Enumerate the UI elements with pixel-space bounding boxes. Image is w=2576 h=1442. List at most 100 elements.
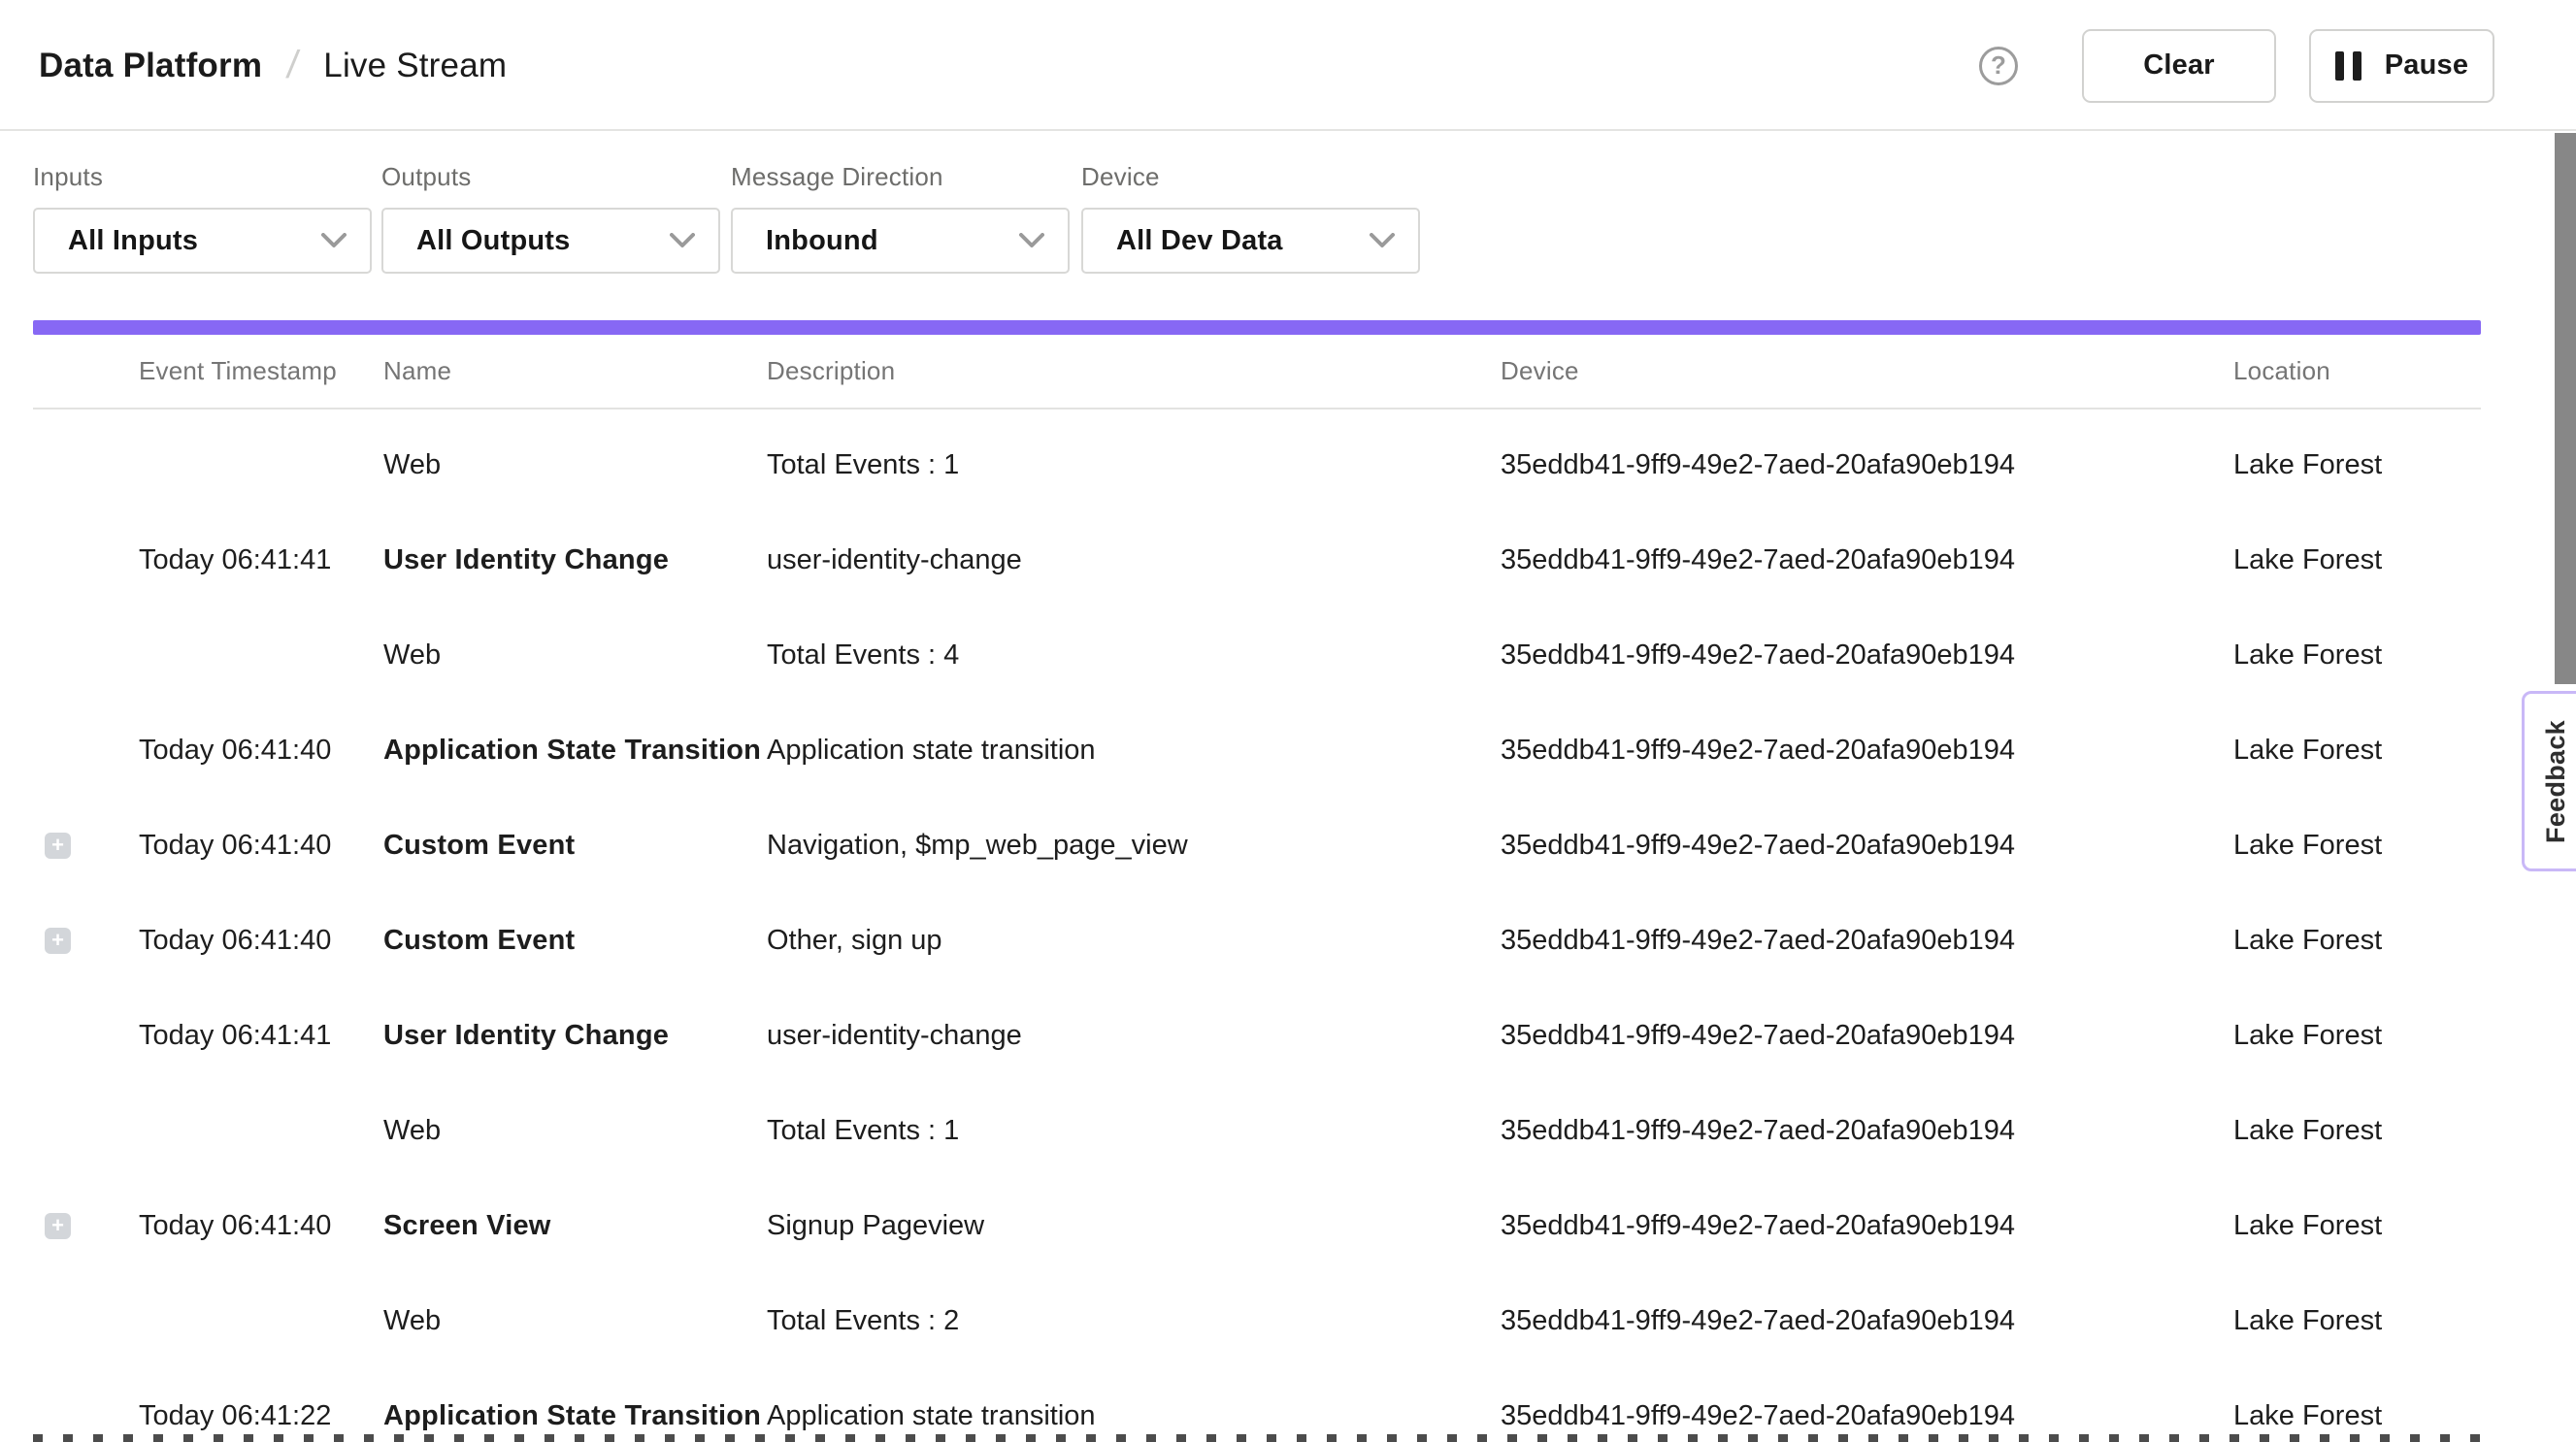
expand-cell: + bbox=[33, 1403, 139, 1429]
event-device: 35eddb41-9ff9-49e2-7aed-20afa90eb194 bbox=[1501, 1210, 2233, 1242]
event-name: User Identity Change bbox=[383, 1020, 767, 1052]
chevron-down-icon bbox=[1370, 233, 1395, 248]
outputs-dropdown[interactable]: All Outputs bbox=[381, 208, 720, 274]
event-description: Other, sign up bbox=[767, 925, 1501, 957]
chevron-down-icon bbox=[1019, 233, 1044, 248]
column-header-description: Description bbox=[767, 356, 1501, 386]
table-row[interactable]: + Web Total Events : 1 35eddb41-9ff9-49e… bbox=[33, 1083, 2481, 1178]
live-stream-progress-bar bbox=[33, 320, 2481, 335]
event-device: 35eddb41-9ff9-49e2-7aed-20afa90eb194 bbox=[1501, 639, 2233, 672]
event-name: Web bbox=[383, 1305, 767, 1337]
pause-icon bbox=[2335, 51, 2361, 81]
expand-plus-icon[interactable]: + bbox=[45, 833, 71, 859]
live-stream-page: Data Platform / Live Stream ? Clear Paus… bbox=[0, 0, 2576, 1442]
event-name: User Identity Change bbox=[383, 544, 767, 576]
event-description: Navigation, $mp_web_page_view bbox=[767, 830, 1501, 862]
event-timestamp: Today 06:41:41 bbox=[139, 1020, 383, 1052]
app-header: Data Platform / Live Stream ? Clear Paus… bbox=[0, 0, 2576, 131]
expand-plus-icon[interactable]: + bbox=[45, 928, 71, 954]
event-device: 35eddb41-9ff9-49e2-7aed-20afa90eb194 bbox=[1501, 830, 2233, 862]
table-header: Event Timestamp Name Description Device … bbox=[33, 335, 2481, 410]
message-direction-dropdown-value: Inbound bbox=[766, 225, 878, 257]
event-description: Total Events : 1 bbox=[767, 1115, 1501, 1147]
device-dropdown[interactable]: All Dev Data bbox=[1081, 208, 1420, 274]
column-header-device: Device bbox=[1501, 356, 2233, 386]
help-icon[interactable]: ? bbox=[1979, 47, 2018, 85]
expand-cell: + bbox=[33, 1308, 139, 1334]
feedback-tab-label: Feedback bbox=[2535, 720, 2571, 843]
filter-outputs-label: Outputs bbox=[381, 162, 720, 192]
event-location: Lake Forest bbox=[2233, 449, 2481, 481]
event-description: Signup Pageview bbox=[767, 1210, 1501, 1242]
clear-button[interactable]: Clear bbox=[2082, 29, 2276, 103]
column-header-name: Name bbox=[383, 356, 767, 386]
event-location: Lake Forest bbox=[2233, 830, 2481, 862]
table-row[interactable]: + Today 06:41:41 User Identity Change us… bbox=[33, 512, 2481, 607]
inputs-dropdown[interactable]: All Inputs bbox=[33, 208, 372, 274]
message-direction-dropdown[interactable]: Inbound bbox=[731, 208, 1070, 274]
pause-button[interactable]: Pause bbox=[2309, 29, 2494, 103]
event-location: Lake Forest bbox=[2233, 1115, 2481, 1147]
expand-cell: + bbox=[33, 547, 139, 574]
vertical-scrollbar[interactable] bbox=[2555, 133, 2576, 684]
expand-cell: + bbox=[33, 1118, 139, 1144]
event-timestamp: Today 06:41:40 bbox=[139, 735, 383, 767]
table-row[interactable]: + Web Total Events : 2 35eddb41-9ff9-49e… bbox=[33, 1273, 2481, 1368]
event-description: Total Events : 4 bbox=[767, 639, 1501, 672]
event-device: 35eddb41-9ff9-49e2-7aed-20afa90eb194 bbox=[1501, 925, 2233, 957]
column-header-location: Location bbox=[2233, 356, 2481, 386]
filter-inputs: Inputs All Inputs bbox=[33, 131, 372, 274]
table-row[interactable]: + Today 06:41:40 Screen View Signup Page… bbox=[33, 1178, 2481, 1273]
event-description: user-identity-change bbox=[767, 1020, 1501, 1052]
filter-device: Device All Dev Data bbox=[1081, 131, 1420, 274]
event-name: Screen View bbox=[383, 1210, 767, 1242]
event-timestamp: Today 06:41:40 bbox=[139, 1210, 383, 1242]
filter-message-direction: Message Direction Inbound bbox=[731, 131, 1070, 274]
event-timestamp: Today 06:41:40 bbox=[139, 925, 383, 957]
expand-plus-icon[interactable]: + bbox=[45, 1213, 71, 1239]
table-row[interactable]: + Today 06:41:22 Application State Trans… bbox=[33, 1368, 2481, 1442]
event-name: Application State Transition bbox=[383, 735, 767, 767]
event-description: Total Events : 2 bbox=[767, 1305, 1501, 1337]
event-name: Web bbox=[383, 639, 767, 672]
table-row[interactable]: + Today 06:41:40 Custom Event Navigation… bbox=[33, 798, 2481, 893]
column-header-event-timestamp: Event Timestamp bbox=[139, 356, 383, 386]
event-location: Lake Forest bbox=[2233, 639, 2481, 672]
breadcrumb: Data Platform / Live Stream bbox=[39, 0, 507, 131]
event-description: user-identity-change bbox=[767, 544, 1501, 576]
pause-button-label: Pause bbox=[2385, 49, 2468, 82]
breadcrumb-live-stream: Live Stream bbox=[323, 47, 507, 85]
expand-cell: + bbox=[33, 928, 139, 954]
expand-cell: + bbox=[33, 1023, 139, 1049]
event-location: Lake Forest bbox=[2233, 1305, 2481, 1337]
table-row[interactable]: + Today 06:41:40 Application State Trans… bbox=[33, 703, 2481, 798]
outputs-dropdown-value: All Outputs bbox=[416, 225, 570, 257]
table-row[interactable]: + Web Total Events : 1 35eddb41-9ff9-49e… bbox=[33, 417, 2481, 512]
filter-message-direction-label: Message Direction bbox=[731, 162, 1070, 192]
filter-outputs: Outputs All Outputs bbox=[381, 131, 720, 274]
table-row[interactable]: + Web Total Events : 4 35eddb41-9ff9-49e… bbox=[33, 607, 2481, 703]
expand-cell: + bbox=[33, 452, 139, 478]
event-device: 35eddb41-9ff9-49e2-7aed-20afa90eb194 bbox=[1501, 735, 2233, 767]
event-location: Lake Forest bbox=[2233, 1210, 2481, 1242]
feedback-tab[interactable]: Feedback bbox=[2522, 691, 2576, 871]
chevron-down-icon bbox=[321, 233, 347, 248]
breadcrumb-separator: / bbox=[284, 44, 301, 87]
event-device: 35eddb41-9ff9-49e2-7aed-20afa90eb194 bbox=[1501, 1115, 2233, 1147]
event-location: Lake Forest bbox=[2233, 544, 2481, 576]
expand-cell: + bbox=[33, 642, 139, 669]
event-location: Lake Forest bbox=[2233, 735, 2481, 767]
filter-inputs-label: Inputs bbox=[33, 162, 372, 192]
filter-device-label: Device bbox=[1081, 162, 1420, 192]
inputs-dropdown-value: All Inputs bbox=[68, 225, 198, 257]
breadcrumb-data-platform[interactable]: Data Platform bbox=[39, 47, 262, 85]
event-timestamp: Today 06:41:41 bbox=[139, 544, 383, 576]
table-row[interactable]: + Today 06:41:40 Custom Event Other, sig… bbox=[33, 893, 2481, 988]
chevron-down-icon bbox=[670, 233, 695, 248]
event-name: Custom Event bbox=[383, 925, 767, 957]
event-name: Custom Event bbox=[383, 830, 767, 862]
event-device: 35eddb41-9ff9-49e2-7aed-20afa90eb194 bbox=[1501, 1020, 2233, 1052]
event-description: Total Events : 1 bbox=[767, 449, 1501, 481]
table-row[interactable]: + Today 06:41:41 User Identity Change us… bbox=[33, 988, 2481, 1083]
device-dropdown-value: All Dev Data bbox=[1116, 225, 1283, 257]
